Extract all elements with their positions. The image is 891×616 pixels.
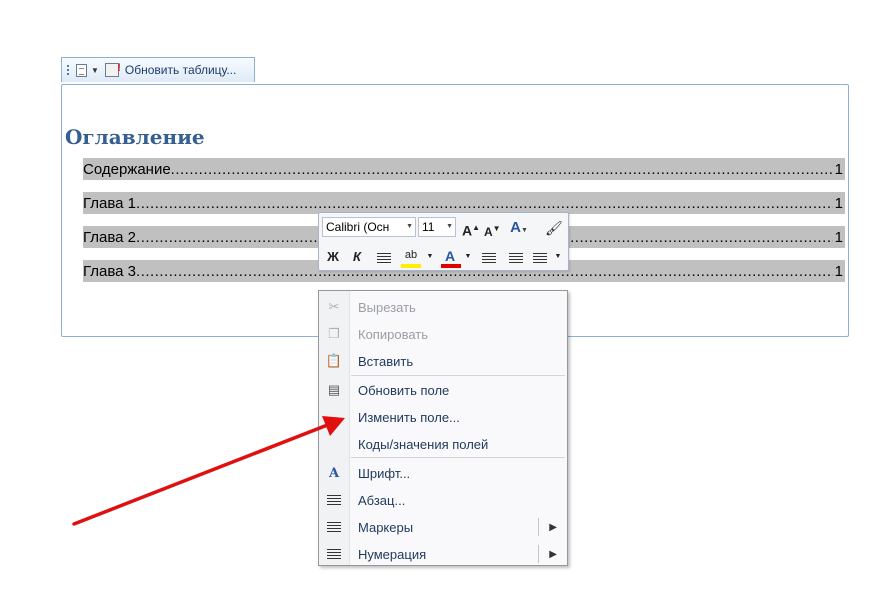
annotation-arrow-icon: [72, 416, 345, 526]
